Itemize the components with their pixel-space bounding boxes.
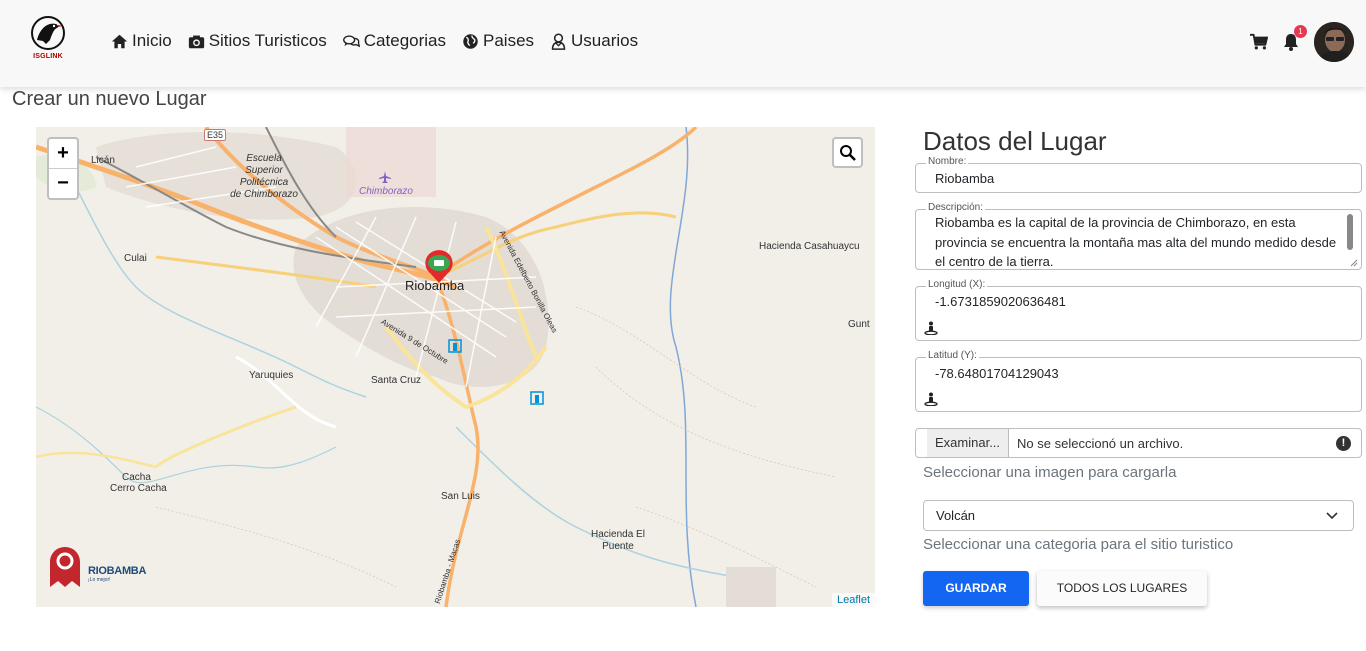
latitud-value: -78.64801704129043	[935, 366, 1059, 381]
file-browse-button[interactable]: Examinar...	[927, 429, 1010, 457]
categoria-select[interactable]: Volcán	[923, 500, 1354, 531]
bird-logo-icon	[31, 16, 65, 50]
zoom-out-button[interactable]: −	[49, 168, 77, 197]
file-status: No se seleccionó un archivo.	[1017, 435, 1184, 451]
map-label-yaruquies: Yaruquies	[249, 370, 294, 381]
nav-inicio[interactable]: Inicio	[111, 31, 172, 51]
descripcion-field[interactable]: Descripción: Riobamba es la capital de l…	[915, 202, 1362, 270]
cart-button[interactable]	[1250, 33, 1269, 51]
globe-icon	[463, 33, 478, 49]
map-label-e35: E35	[204, 129, 227, 141]
form-title: Datos del Lugar	[923, 126, 1107, 156]
map[interactable]: Licán Escuela Superior Politécnica de Ch…	[36, 127, 875, 607]
nav-label: Inicio	[132, 31, 172, 50]
zoom-in-button[interactable]: +	[49, 139, 77, 168]
riobamba-logo: RIOBAMBA ¡Lo mejor!	[48, 545, 146, 589]
map-label-chimborazo: Chimborazo	[359, 186, 413, 197]
map-marker-icon[interactable]	[420, 247, 458, 285]
riobamba-logo-text: RIOBAMBA	[88, 565, 147, 577]
map-label-santa-cruz: Santa Cruz	[371, 375, 422, 386]
airport-icon	[379, 171, 391, 183]
map-tiles	[36, 127, 875, 607]
warning-icon: !	[1336, 435, 1351, 451]
nav-label: Sitios Turisticos	[208, 31, 327, 50]
riobamba-logo-sub: ¡Lo mejor!	[88, 577, 111, 583]
nombre-label: Nombre:	[926, 156, 969, 167]
user-icon	[551, 33, 566, 50]
map-label-cacha: Cacha	[122, 472, 151, 483]
map-search-button[interactable]	[832, 137, 863, 168]
resize-handle-icon[interactable]	[1350, 259, 1358, 267]
descripcion-value: Riobamba es la capital de la provincia d…	[935, 215, 1337, 269]
home-icon	[111, 34, 128, 48]
riobamba-pin-logo-icon	[50, 547, 80, 587]
hospital-icon	[448, 339, 462, 353]
map-label-escuela: Escuela Superior Politécnica de Chimbora…	[230, 153, 298, 200]
chevron-down-icon	[1326, 512, 1338, 520]
file-input[interactable]: Examinar... No se seleccionó un archivo.…	[915, 428, 1362, 458]
zoom-control: + −	[47, 137, 79, 200]
nav-label: Categorias	[363, 31, 446, 50]
map-label-culai: Culai	[124, 253, 147, 264]
map-label-lican: Licán	[91, 155, 115, 166]
school-icon	[530, 391, 544, 405]
comments-icon	[342, 34, 360, 47]
brand-logo[interactable]: ISGLINK	[28, 14, 68, 64]
leaflet-attribution-link[interactable]: Leaflet	[831, 593, 875, 607]
map-label-san-luis: San Luis	[441, 491, 480, 502]
street-view-icon	[924, 392, 938, 406]
map-label-gunt: Gunt	[848, 319, 870, 330]
brand-name: ISGLINK	[33, 53, 63, 60]
navbar-right: 1	[1250, 22, 1354, 62]
guardar-button[interactable]: GUARDAR	[923, 571, 1029, 606]
map-label-hacienda-casahuaycu: Hacienda Casahuaycu	[759, 241, 860, 252]
categoria-value: Volcán	[936, 508, 976, 523]
notification-badge: 1	[1294, 25, 1307, 38]
nav-sitios-turisticos[interactable]: Sitios Turisticos	[188, 31, 327, 51]
latitud-label: Latitud (Y):	[926, 350, 979, 361]
page-title: Crear un nuevo Lugar	[12, 88, 207, 110]
latitud-field[interactable]: Latitud (Y): -78.64801704129043	[915, 350, 1362, 412]
search-icon	[839, 144, 856, 161]
longitud-value: -1.6731859020636481	[935, 294, 1066, 309]
camera-icon	[188, 35, 204, 48]
longitud-field[interactable]: Longitud (X): -1.6731859020636481	[915, 279, 1362, 341]
street-view-icon	[924, 321, 938, 335]
longitud-label: Longitud (X):	[926, 279, 988, 290]
nav-paises[interactable]: Paises	[462, 31, 534, 51]
todos-los-lugares-button[interactable]: TODOS LOS LUGARES	[1037, 571, 1207, 606]
notifications-button[interactable]: 1	[1282, 25, 1307, 51]
categoria-helper-text: Seleccionar una categoria para el sitio …	[923, 536, 1234, 553]
cart-icon	[1250, 33, 1269, 50]
map-label-hacienda-el-puente: Hacienda El Puente	[591, 529, 645, 552]
nombre-value: Riobamba	[935, 171, 995, 186]
nav-label: Usuarios	[571, 31, 639, 50]
file-helper-text: Seleccionar una imagen para cargarla	[923, 464, 1177, 481]
navbar: ISGLINK Inicio Sitios Turisticos Categor…	[0, 0, 1366, 87]
nav-usuarios[interactable]: Usuarios	[550, 31, 638, 51]
descripcion-label: Descripción:	[926, 202, 986, 213]
nav-categorias[interactable]: Categorias	[342, 31, 446, 51]
descripcion-scrollbar[interactable]	[1347, 214, 1353, 250]
map-label-cerro-cacha: Cerro Cacha	[110, 483, 167, 494]
avatar-photo-icon	[1314, 22, 1354, 62]
nombre-field[interactable]: Nombre: Riobamba	[915, 156, 1362, 193]
main-nav: Inicio Sitios Turisticos Categorias Pais…	[111, 31, 638, 51]
avatar[interactable]	[1314, 22, 1354, 62]
nav-label: Paises	[483, 31, 535, 50]
